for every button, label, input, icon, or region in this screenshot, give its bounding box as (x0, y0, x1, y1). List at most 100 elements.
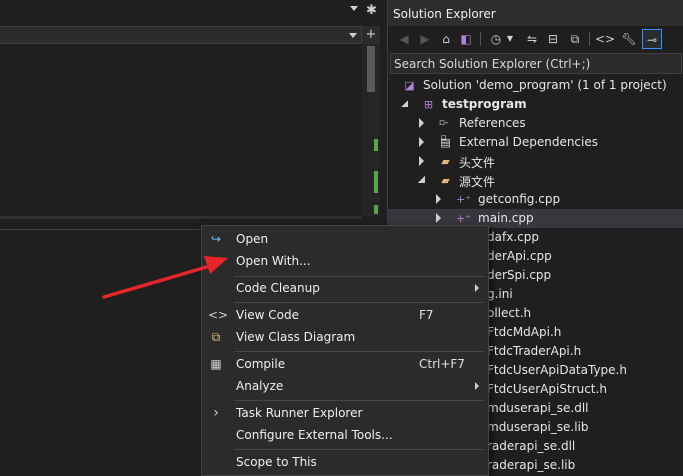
tree-item-label: 头文件 (459, 156, 496, 170)
navigation-bar-dropdown[interactable] (0, 26, 362, 44)
change-marker (374, 139, 378, 151)
tree-item-label: FtdcUserApiStruct.h (487, 382, 607, 396)
menu-item-compile[interactable]: ▦ Compile Ctrl+F7 (202, 353, 488, 375)
code-editor[interactable] (0, 44, 362, 216)
forward-icon[interactable]: ▶ (415, 29, 435, 49)
tree-item-label: raderapi_se.dll (487, 439, 576, 453)
scrollbar-thumb[interactable] (367, 46, 375, 92)
tree-item-label: getconfig.cpp (478, 192, 561, 206)
compile-icon: ▦ (210, 357, 222, 371)
tree-item-label: derSpi.cpp (487, 268, 552, 282)
menu-item-code-cleanup[interactable]: Code Cleanup (202, 277, 488, 299)
solution-explorer-title-bar: Solution Explorer (388, 0, 683, 26)
tree-item-references[interactable]: ▫-▫ References (388, 114, 683, 143)
tree-item-label: main.cpp (478, 211, 534, 225)
toolbar-separator (589, 32, 590, 46)
menu-item-analyze[interactable]: Analyze (202, 375, 488, 397)
collapsed-icon[interactable] (436, 213, 441, 223)
menu-item-label: Task Runner Explorer (236, 406, 363, 420)
menu-separator (234, 351, 484, 352)
external-deps-icon: ▤ (440, 136, 451, 149)
tree-item-label: 源文件 (459, 175, 496, 189)
menu-item-label: View Class Diagram (236, 330, 356, 344)
toolbar-separator (480, 32, 481, 46)
tree-item-label: FtdcUserApiDataType.h (487, 363, 627, 377)
tree-item-label: mduserapi_se.lib (487, 420, 589, 434)
chevron-down-icon[interactable]: ▼ (500, 29, 520, 49)
tree-item-file[interactable]: +⁺ getconfig.cpp (388, 190, 683, 209)
task-runner-icon: › (213, 405, 219, 421)
menu-item-shortcut: F7 (419, 308, 434, 322)
collapsed-icon[interactable] (436, 194, 441, 204)
tree-item-label: derApi.cpp (487, 249, 552, 263)
home-icon[interactable]: ⌂ (436, 29, 456, 49)
tree-item-label: testprogram (442, 97, 527, 111)
menu-item-shortcut: Ctrl+F7 (419, 357, 465, 371)
menu-item-label: Analyze (236, 379, 284, 393)
tree-item-label: References (459, 116, 526, 130)
cpp-project-icon: ⊞ (423, 98, 434, 111)
collapsed-icon[interactable] (419, 156, 424, 166)
search-placeholder: Search Solution Explorer (Ctrl+;) (394, 57, 591, 71)
collapsed-icon[interactable] (419, 137, 424, 147)
search-input[interactable]: Search Solution Explorer (Ctrl+;) (390, 53, 682, 74)
editor-horizontal-scrollbar[interactable] (0, 216, 362, 219)
code-view-icon[interactable]: <> (595, 29, 615, 49)
back-icon[interactable]: ◀ (394, 29, 414, 49)
collapse-all-icon[interactable]: ⊟ (543, 29, 563, 49)
filter-folder-icon: ▰ (441, 174, 450, 187)
menu-item-open-with[interactable]: Open With... (202, 250, 488, 272)
tree-item-source-files[interactable]: ▰ 源文件 (388, 171, 683, 190)
tree-item-label: FtdcMdApi.h (487, 325, 562, 339)
menu-item-view-class-diagram[interactable]: ⧉ View Class Diagram (202, 326, 488, 348)
tree-item-solution[interactable]: ◪ Solution 'demo_program' (1 of 1 projec… (388, 76, 683, 95)
cpp-file-icon: +⁺ (456, 212, 472, 225)
filter-folder-icon: ▰ (441, 155, 450, 168)
menu-item-label: Open With... (236, 254, 311, 268)
submenu-arrow-icon (475, 284, 479, 292)
expanded-icon[interactable] (418, 176, 425, 183)
menu-item-task-runner-explorer[interactable]: › Task Runner Explorer (202, 402, 488, 424)
chevron-down-icon[interactable] (349, 33, 357, 38)
gear-icon[interactable]: ✱ (366, 3, 377, 18)
menu-item-label: View Code (236, 308, 300, 322)
properties-wrench-icon[interactable]: 🔧︎ (619, 29, 639, 49)
split-window-icon[interactable]: + (362, 26, 380, 44)
tab-list-dropdown-icon[interactable] (350, 6, 358, 11)
tree-item-label: raderapi_se.lib (487, 458, 576, 472)
tree-item-label: Solution 'demo_program' (1 of 1 project) (423, 78, 667, 92)
tree-item-external-dependencies[interactable]: ▤ External Dependencies (388, 133, 683, 152)
tree-item-label: FtdcTraderApi.h (487, 344, 582, 358)
menu-item-view-code[interactable]: <> View Code F7 (202, 304, 488, 326)
code-brackets-icon: <> (208, 308, 229, 322)
menu-separator (234, 449, 484, 450)
solution-icon: ◪ (404, 79, 415, 92)
show-all-files-icon[interactable]: ⧉ (565, 29, 585, 49)
collapsed-icon[interactable] (419, 118, 424, 128)
change-marker (374, 171, 378, 193)
menu-item-label: Scope to This (236, 455, 317, 469)
vs-switch-views-icon[interactable]: ◧ (456, 29, 476, 49)
menu-item-label: Configure External Tools... (236, 428, 393, 442)
context-menu: ↪ Open Open With... Code Cleanup <> View… (201, 225, 489, 476)
menu-separator (234, 400, 484, 401)
editor-tab-strip: ✱ (0, 0, 387, 26)
tree-item-label: External Dependencies (459, 135, 599, 149)
tree-item-label: mduserapi_se.dll (487, 401, 589, 415)
panel-title: Solution Explorer (393, 7, 496, 21)
tree-item-project[interactable]: ⊞ testprogram (388, 95, 683, 114)
tree-item-label: dafx.cpp (487, 230, 539, 244)
cpp-file-icon: +⁺ (456, 193, 472, 206)
sync-icon[interactable]: ⇋ (522, 29, 542, 49)
tree-item-label: g.ini (487, 287, 513, 301)
menu-item-label: Code Cleanup (236, 281, 320, 295)
tree-item-header-files[interactable]: ▰ 头文件 (388, 152, 683, 171)
references-icon: ▫-▫ (438, 118, 449, 143)
submenu-arrow-icon (475, 382, 479, 390)
menu-separator (234, 302, 484, 303)
menu-item-open[interactable]: ↪ Open (202, 228, 488, 250)
preview-selected-icon[interactable]: ⊸ (642, 29, 662, 49)
menu-item-scope-to-this[interactable]: Scope to This (202, 451, 488, 473)
menu-item-configure-external-tools[interactable]: Configure External Tools... (202, 424, 488, 446)
expanded-icon[interactable] (401, 100, 408, 107)
